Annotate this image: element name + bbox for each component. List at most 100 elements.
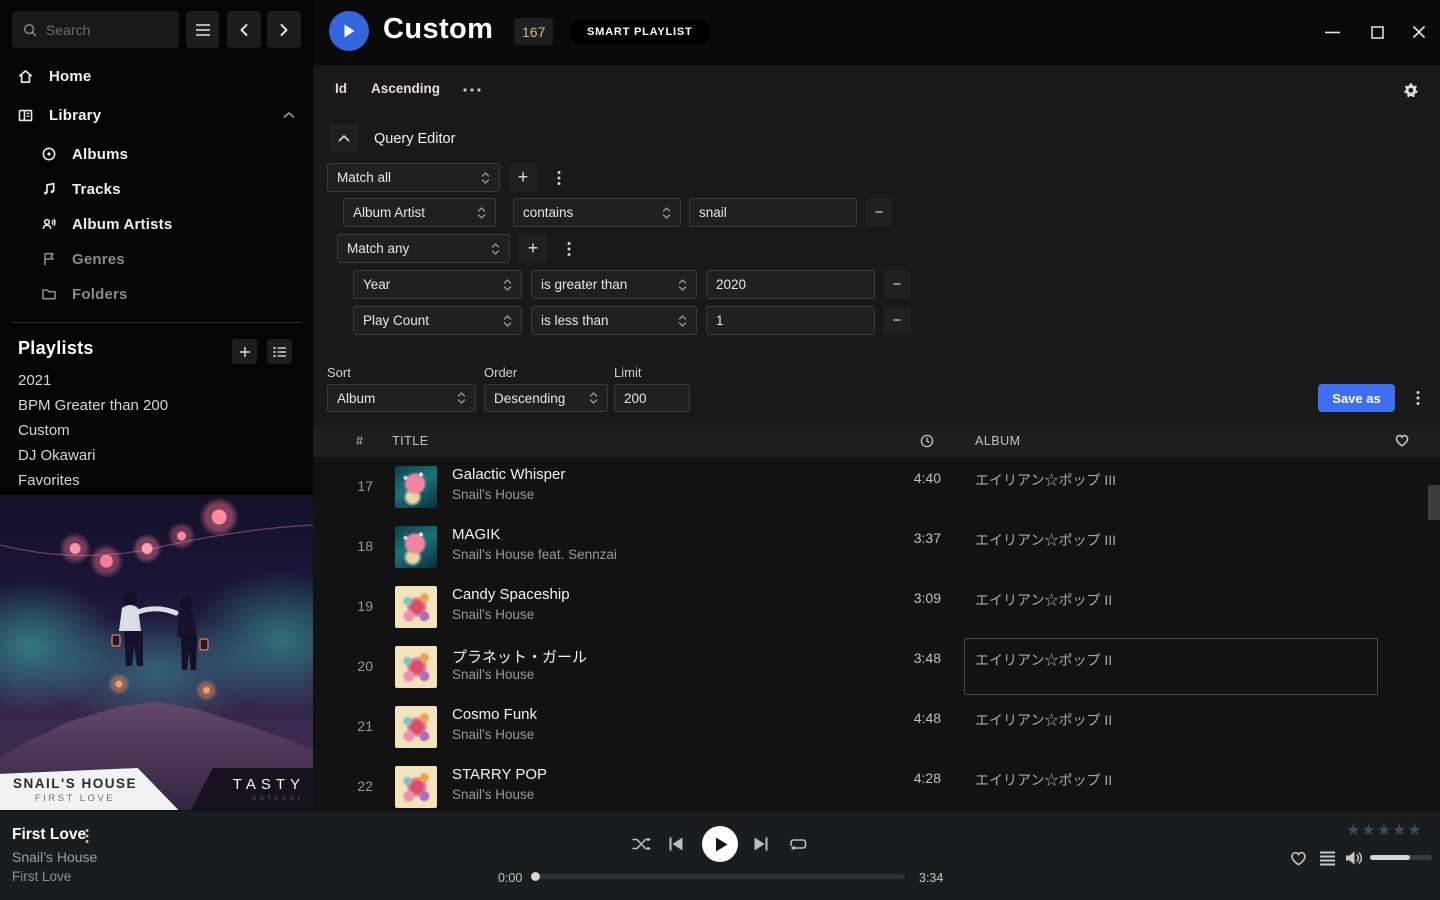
play-pause-button[interactable] — [702, 826, 738, 862]
gear-icon[interactable] — [1402, 82, 1419, 99]
close-button[interactable] — [1405, 20, 1433, 44]
remove-rule-button[interactable]: − — [883, 306, 911, 335]
table-row[interactable]: 17 Galactic Whisper Snail’s House 4:40 エ… — [313, 457, 1440, 517]
star-icon[interactable]: ★ — [1346, 822, 1361, 839]
rule-operator-select[interactable]: contains — [513, 198, 681, 227]
repeat-button[interactable] — [786, 835, 808, 853]
star-icon[interactable]: ★ — [1377, 822, 1392, 839]
rating-stars[interactable]: ★★★★★ — [1346, 820, 1423, 840]
scrollbar-thumb[interactable] — [1428, 485, 1440, 520]
queue-button[interactable] — [1318, 850, 1336, 866]
sidebar-item-genres[interactable]: Genres — [0, 244, 313, 274]
save-as-button[interactable]: Save as — [1318, 384, 1395, 412]
volume-fill — [1370, 855, 1410, 860]
favorite-column-heart-icon[interactable] — [1395, 434, 1409, 447]
previous-track-button[interactable] — [666, 836, 686, 852]
track-table-header: # TITLE ALBUM — [313, 425, 1440, 457]
rule-operator-select[interactable]: is less than — [531, 306, 697, 335]
table-row[interactable]: 19 Candy Spaceship Snail’s House 3:09 エイ… — [313, 577, 1440, 637]
playlist-item[interactable]: DJ Okawari — [18, 447, 96, 467]
artist-icon — [41, 216, 57, 232]
rule-field-select[interactable]: Year — [353, 270, 522, 299]
sort-select[interactable]: Album — [327, 384, 476, 412]
search-box[interactable] — [12, 11, 179, 48]
track-number: 22 — [338, 778, 373, 794]
now-playing-cover-art[interactable]: SNAIL'S HOUSE FIRST LOVE TASTY ƎƎTAAXI — [0, 495, 313, 810]
now-playing-options-button[interactable] — [80, 828, 94, 844]
speaker-icon — [1345, 850, 1363, 866]
rule-operator-select[interactable]: is greater than — [531, 270, 697, 299]
sidebar-item-folders[interactable]: Folders — [0, 279, 313, 309]
remove-rule-button[interactable]: − — [865, 198, 893, 227]
minimize-button[interactable] — [1318, 20, 1346, 44]
sidebar-item-label: Home — [49, 68, 91, 85]
add-rule-button[interactable]: + — [509, 163, 537, 192]
add-playlist-button[interactable] — [232, 339, 257, 364]
volume-slider[interactable] — [1370, 855, 1432, 860]
playlist-item[interactable]: Custom — [18, 422, 70, 442]
table-row[interactable]: 21 Cosmo Funk Snail’s House 4:48 エイリアン☆ポ… — [313, 697, 1440, 757]
volume-button[interactable] — [1344, 849, 1364, 867]
playlist-item[interactable]: BPM Greater than 200 — [18, 397, 168, 417]
rule-value-input[interactable] — [689, 198, 857, 227]
sidebar-item-library[interactable]: Library — [0, 100, 313, 130]
sidebar-item-home[interactable]: Home — [0, 61, 313, 91]
remove-rule-button[interactable]: − — [883, 270, 911, 299]
rule-field-select[interactable]: Play Count — [353, 306, 522, 335]
next-track-button[interactable] — [751, 836, 771, 852]
album-art-thumbnail — [395, 526, 437, 568]
group-options-button[interactable] — [561, 234, 577, 263]
column-album[interactable]: ALBUM — [975, 434, 1021, 448]
rule-field-select[interactable]: Album Artist — [343, 198, 496, 227]
sidebar-item-album-artists[interactable]: Album Artists — [0, 209, 313, 239]
seek-bar[interactable] — [535, 874, 905, 879]
sort-direction-toggle[interactable]: Ascending — [371, 81, 440, 96]
chevron-up-icon[interactable] — [283, 111, 295, 119]
shuffle-button[interactable] — [631, 835, 653, 853]
table-row[interactable]: 22 STARRY POP Snail’s House 4:28 エイリアン☆ポ… — [313, 757, 1440, 810]
duration-column-clock-icon[interactable] — [920, 434, 934, 448]
group-options-button[interactable] — [551, 163, 567, 192]
star-icon[interactable]: ★ — [1361, 822, 1376, 839]
plus-icon — [239, 346, 251, 358]
column-title[interactable]: TITLE — [392, 434, 429, 448]
sidebar-item-label: Albums — [72, 146, 128, 163]
hamburger-icon — [195, 23, 211, 37]
sidebar-item-tracks[interactable]: Tracks — [0, 174, 313, 204]
match-mode-select[interactable]: Match any — [337, 234, 510, 263]
play-playlist-button[interactable] — [329, 11, 369, 51]
table-row[interactable]: 20 プラネット・ガール Snail’s House 3:48 エイリアン☆ポッ… — [313, 637, 1440, 697]
now-playing-artist: Snail’s House — [12, 849, 97, 865]
playlist-item[interactable]: 2021 — [18, 372, 51, 392]
sort-field-toggle[interactable]: Id — [335, 81, 347, 96]
add-rule-button[interactable]: + — [519, 234, 547, 263]
menu-button[interactable] — [186, 11, 219, 48]
more-options-icon[interactable] — [463, 88, 481, 92]
favorite-button[interactable] — [1288, 849, 1308, 867]
album-art-thumbnail — [395, 646, 437, 688]
maximize-button[interactable] — [1363, 20, 1391, 44]
rule-value-input[interactable] — [706, 306, 875, 335]
queue-icon — [1320, 851, 1335, 866]
search-input[interactable] — [46, 22, 168, 38]
column-index[interactable]: # — [356, 434, 363, 448]
star-icon[interactable]: ★ — [1392, 822, 1407, 839]
star-icon[interactable]: ★ — [1407, 822, 1422, 839]
back-button[interactable] — [227, 11, 261, 48]
table-row[interactable]: 18 MAGIK Snail’s House feat. Sennzai 3:3… — [313, 517, 1440, 577]
sidebar-item-albums[interactable]: Albums — [0, 139, 313, 169]
limit-input[interactable] — [614, 384, 690, 412]
updown-icon — [481, 170, 490, 186]
playlist-item[interactable]: Favorites — [18, 472, 80, 492]
rule-value-input[interactable] — [706, 270, 875, 299]
match-mode-select[interactable]: Match all — [327, 163, 500, 192]
track-number: 20 — [338, 658, 373, 674]
cover-artist-name: SNAIL'S HOUSE — [0, 776, 150, 791]
collapse-query-editor-button[interactable] — [330, 124, 358, 152]
save-options-button[interactable] — [1410, 384, 1426, 412]
order-select[interactable]: Descending — [484, 384, 608, 412]
seek-handle[interactable] — [531, 872, 540, 881]
playlist-view-button[interactable] — [267, 339, 292, 364]
forward-button[interactable] — [267, 11, 301, 48]
maximize-icon — [1371, 26, 1384, 39]
